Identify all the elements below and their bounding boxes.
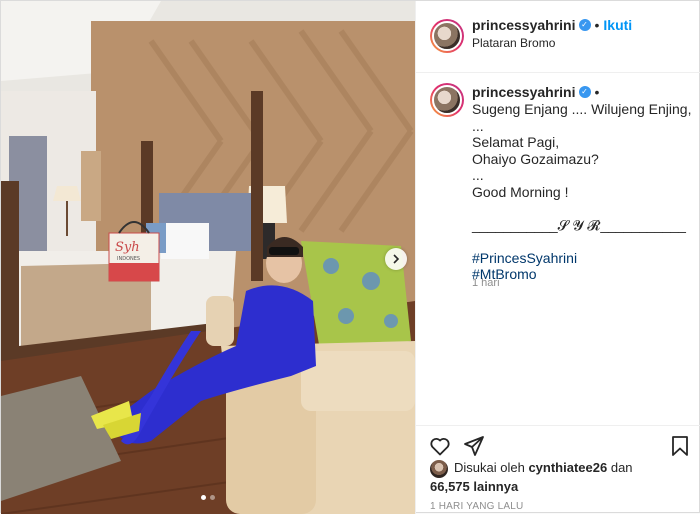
caption-line: Ohaiyo Gozaimazu? [472, 150, 599, 167]
liker-username[interactable]: cynthiatee26 [528, 460, 607, 475]
share-icon[interactable] [462, 434, 486, 458]
likes-count[interactable]: 66,575 lainnya [430, 479, 518, 494]
heart-icon[interactable] [428, 434, 452, 458]
carousel-indicators [1, 495, 415, 500]
avatar[interactable] [430, 19, 464, 53]
likes-summary: Disukai oleh cynthiatee26 dan 66,575 lai… [430, 459, 692, 495]
post-location[interactable]: Plataran Bromo [472, 36, 555, 50]
caption-block: princessyahrini ✓ • Sugeng Enjang .... W… [416, 73, 700, 425]
caption-line: Sugeng Enjang .... Wilujeng Enjing, [472, 101, 692, 117]
caption-line [472, 200, 694, 217]
header-username[interactable]: princessyahrini [472, 17, 576, 33]
hashtag-link[interactable]: #PrincesSyahrini [472, 250, 694, 267]
carousel-dot [210, 495, 215, 500]
post-side-panel: princessyahrini ✓ • Ikuti Plataran Bromo… [415, 1, 700, 514]
post-timestamp[interactable]: 1 HARI YANG LALU [430, 501, 523, 512]
caption-line: ... [472, 167, 484, 183]
caption-line: Good Morning ! [472, 183, 569, 200]
post-header: princessyahrini ✓ • Ikuti Plataran Bromo [416, 1, 700, 73]
liker-avatar[interactable] [430, 459, 448, 478]
caption-dot: • [594, 84, 600, 100]
likes-prefix: Disukai oleh [454, 460, 525, 475]
carousel-dot-active [201, 495, 206, 500]
photo-illustration: Syh INDONES [1, 1, 415, 514]
caption-username[interactable]: princessyahrini [472, 84, 576, 100]
caption-avatar[interactable] [430, 83, 464, 117]
chevron-right-icon [393, 254, 400, 264]
caption-line: Selamat Pagi, [472, 134, 560, 150]
header-user-row: princessyahrini ✓ • Ikuti [472, 17, 632, 33]
carousel-next-button[interactable] [385, 248, 407, 270]
bag-print-subtext: INDONES [117, 256, 140, 262]
post-photo[interactable]: Syh INDONES [1, 1, 415, 514]
caption-user-row: princessyahrini ✓ • [472, 84, 599, 100]
bookmark-icon[interactable] [668, 434, 692, 458]
caption-line [472, 233, 694, 250]
caption-signature: ___________𝓢 𝓨 𝓡___________ [472, 216, 686, 233]
follow-button[interactable]: Ikuti [603, 17, 632, 33]
likes-mid: dan [610, 460, 633, 475]
caption-line: ... [472, 117, 484, 134]
verified-badge-icon: ✓ [578, 86, 591, 98]
post-container: Syh INDONES princessyahrini ✓ • Ikuti Pl… [0, 0, 700, 514]
hashtag-link[interactable]: #MtBromo [472, 266, 694, 283]
header-separator: • [594, 17, 600, 33]
bag-print-text: Syh [115, 240, 140, 255]
caption-age: 1 hari [472, 277, 500, 289]
caption-text: Sugeng Enjang .... Wilujeng Enjing, ... … [472, 101, 694, 283]
verified-badge-icon: ✓ [578, 19, 591, 31]
